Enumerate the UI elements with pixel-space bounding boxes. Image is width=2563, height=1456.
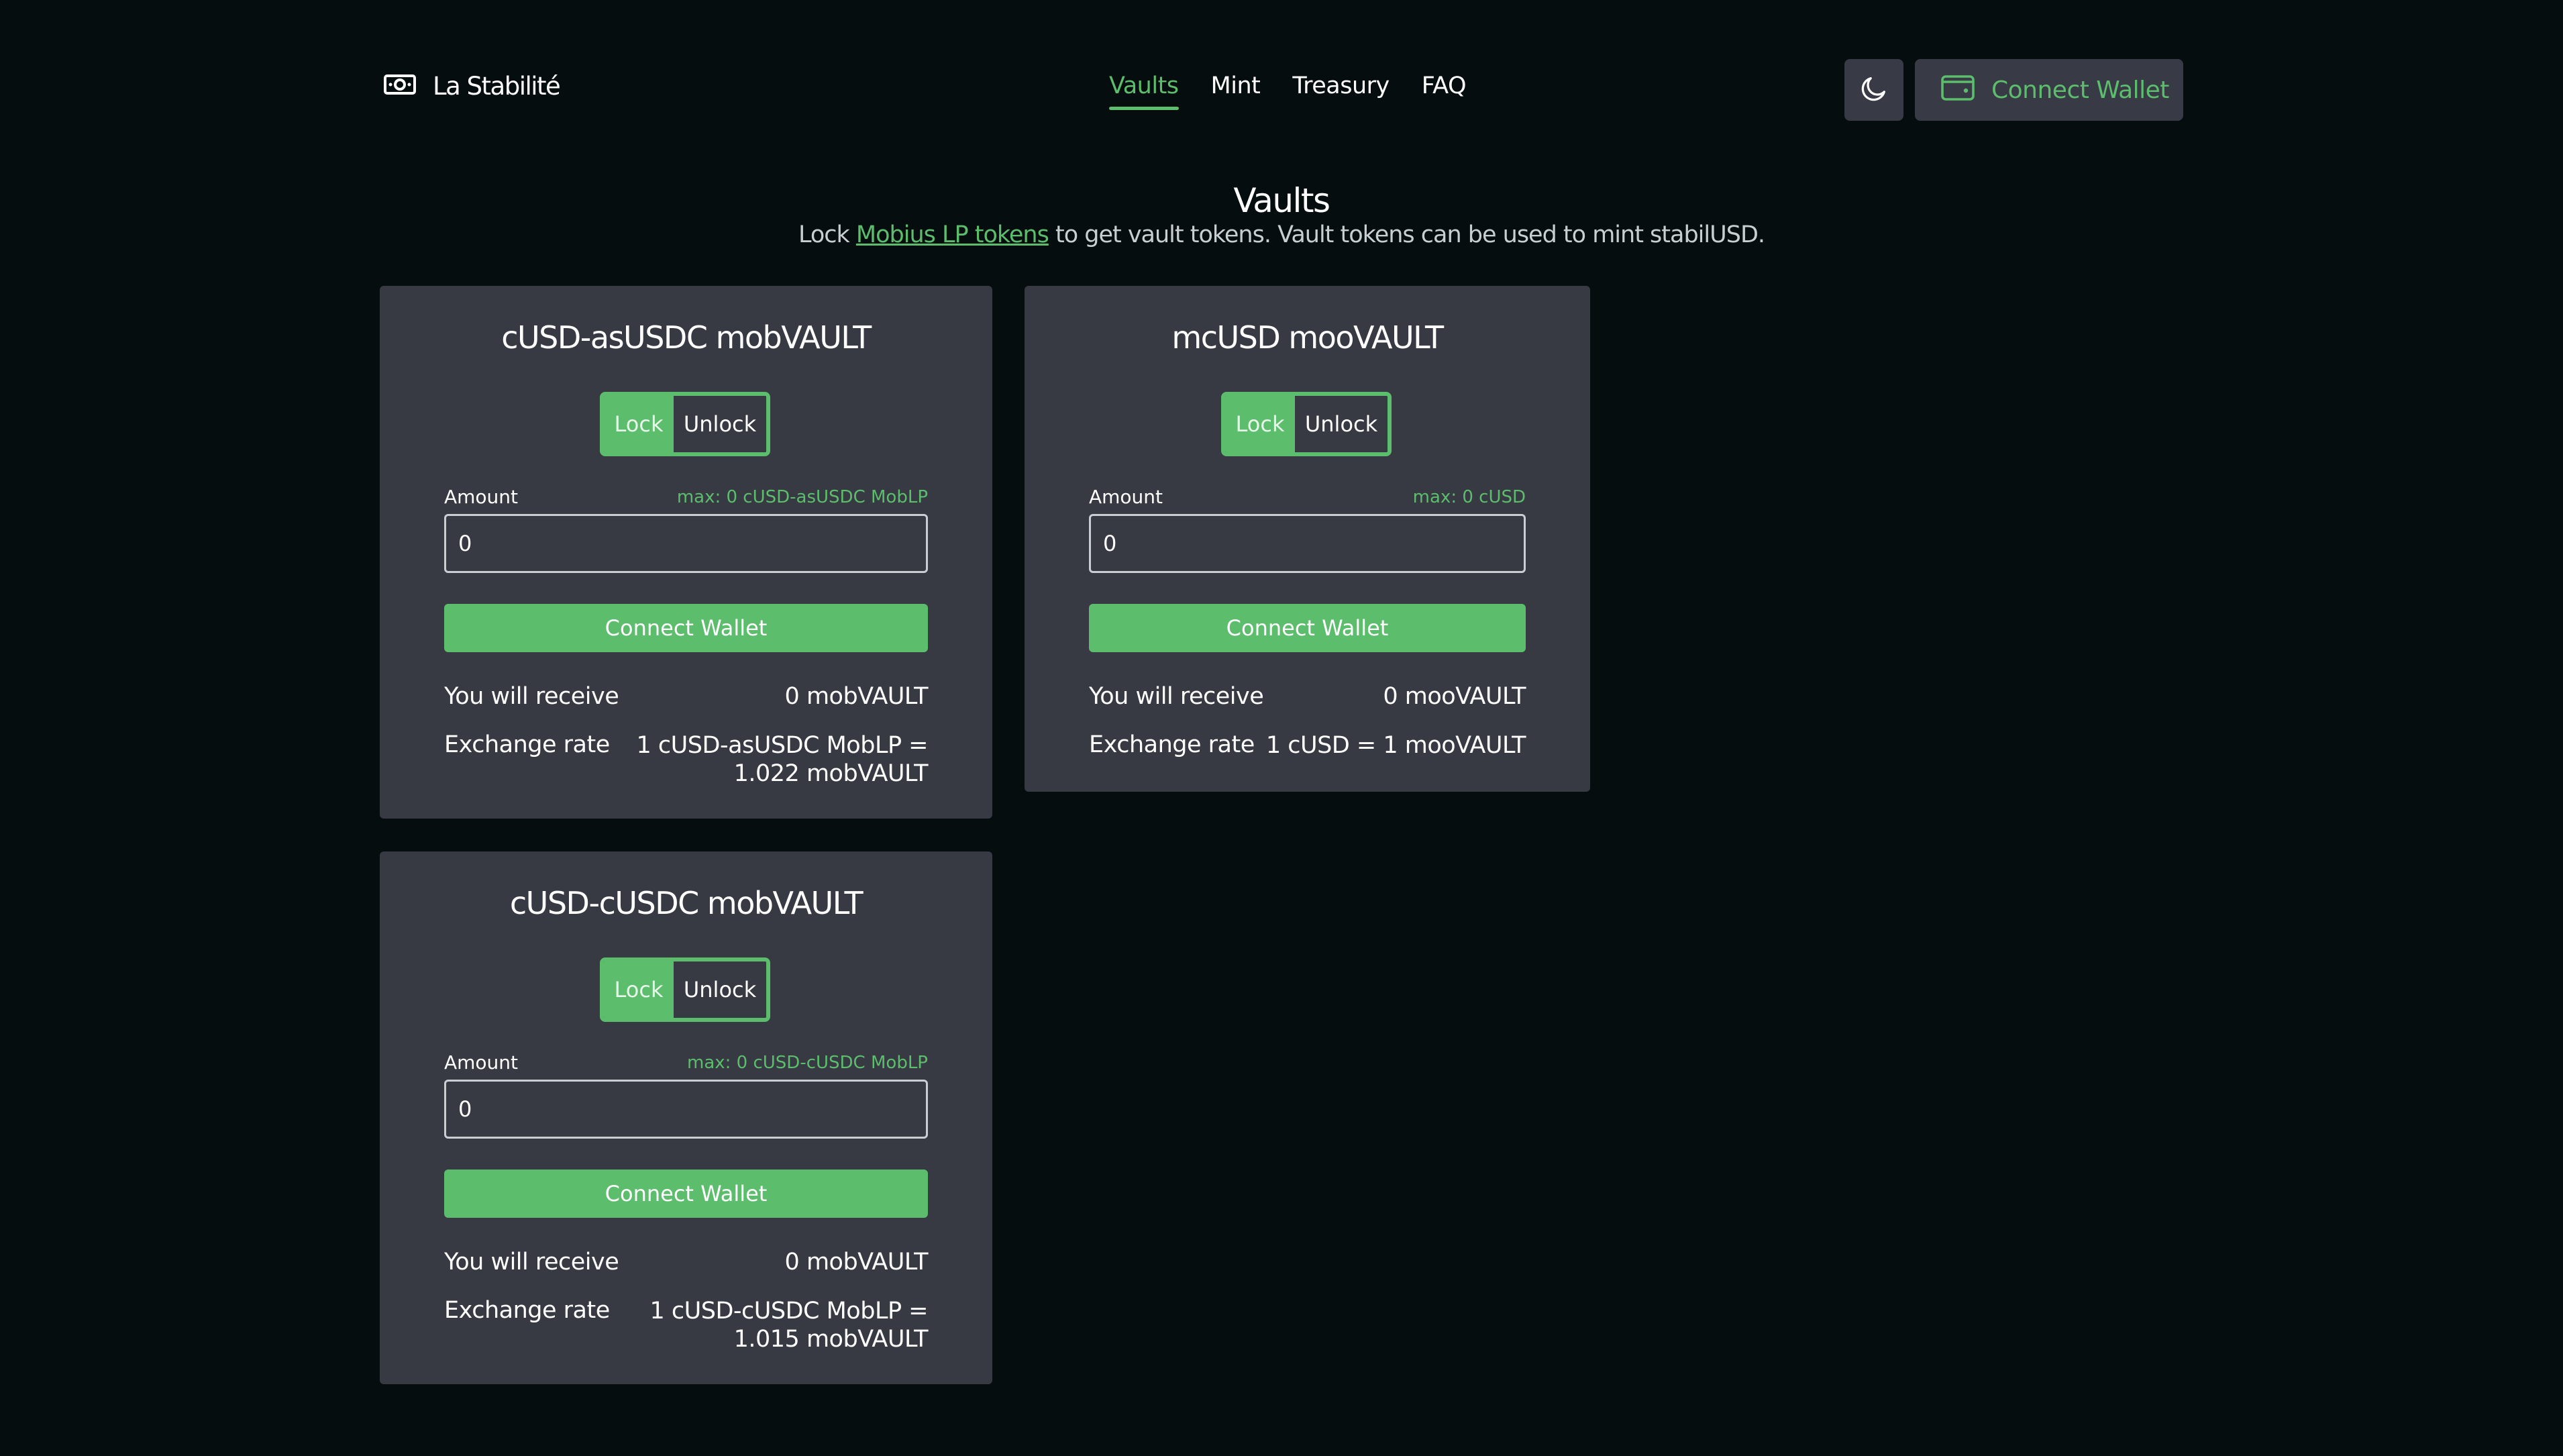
exchange-rate-label: Exchange rate	[444, 1297, 610, 1324]
lock-tab[interactable]: Lock	[604, 396, 674, 452]
page-subtitle: Lock Mobius LP tokens to get vault token…	[0, 221, 2563, 248]
receive-value: 0 mooVAULT	[1383, 683, 1526, 710]
exchange-rate-line: 1 cUSD-asUSDC MobLP =	[636, 732, 929, 759]
exchange-rate-value: 1 cUSD = 1 mooVAULT	[1266, 731, 1526, 760]
receive-label: You will receive	[1089, 683, 1264, 710]
vault-card-cusd-asusdc: cUSD-asUSDC mobVAULT Lock Unlock Amount …	[380, 286, 992, 819]
unlock-tab[interactable]: Unlock	[1295, 396, 1388, 452]
vault-title: mcUSD mooVAULT	[1171, 319, 1444, 356]
exchange-rate-value: 1 cUSD-cUSDC MobLP = 1.015 mobVAULT	[649, 1297, 928, 1353]
receive-value: 0 mobVAULT	[784, 683, 929, 710]
max-amount-link[interactable]: max: 0 cUSD-cUSDC MobLP	[687, 1053, 928, 1073]
receive-label: You will receive	[444, 1249, 619, 1276]
exchange-rate-line: 1.015 mobVAULT	[733, 1326, 929, 1353]
unlock-tab[interactable]: Unlock	[674, 396, 766, 452]
header-connect-wallet-button[interactable]: Connect Wallet	[1915, 59, 2183, 121]
wallet-icon	[1940, 72, 1975, 108]
lock-unlock-toggle: Lock Unlock	[600, 957, 770, 1022]
amount-input[interactable]	[1089, 514, 1526, 573]
main-nav: Vaults Mint Treasury FAQ	[1109, 72, 1467, 110]
nav-mint[interactable]: Mint	[1211, 72, 1261, 99]
connect-wallet-button[interactable]: Connect Wallet	[1089, 604, 1526, 652]
receive-value: 0 mobVAULT	[784, 1249, 929, 1276]
amount-input[interactable]	[444, 514, 928, 573]
vault-title: cUSD-asUSDC mobVAULT	[501, 319, 872, 356]
lock-tab[interactable]: Lock	[1225, 396, 1295, 452]
header-connect-wallet-label: Connect Wallet	[1991, 76, 2169, 104]
subtitle-suffix: to get vault tokens. Vault tokens can be…	[1048, 221, 1765, 248]
amount-input[interactable]	[444, 1080, 928, 1139]
exchange-rate-label: Exchange rate	[1089, 731, 1255, 758]
unlock-tab[interactable]: Unlock	[674, 961, 766, 1018]
page-title: Vaults	[1233, 181, 1330, 220]
connect-wallet-button[interactable]: Connect Wallet	[444, 1169, 928, 1218]
lock-tab[interactable]: Lock	[604, 961, 674, 1018]
nav-faq[interactable]: FAQ	[1422, 72, 1467, 99]
money-icon	[383, 74, 417, 98]
nav-treasury[interactable]: Treasury	[1292, 72, 1390, 99]
amount-label: Amount	[444, 486, 519, 508]
exchange-rate-line: 1 cUSD-cUSDC MobLP =	[649, 1298, 928, 1324]
logo[interactable]: La Stabilité	[383, 70, 561, 102]
connect-wallet-button[interactable]: Connect Wallet	[444, 604, 928, 652]
exchange-rate-line: 1 cUSD = 1 mooVAULT	[1265, 732, 1526, 759]
max-amount-link[interactable]: max: 0 cUSD-asUSDC MobLP	[677, 487, 928, 507]
receive-label: You will receive	[444, 683, 619, 710]
moon-icon	[1859, 73, 1889, 107]
subtitle-prefix: Lock	[798, 221, 856, 248]
vault-card-mcusd: mcUSD mooVAULT Lock Unlock Amount max: 0…	[1025, 286, 1590, 792]
lock-unlock-toggle: Lock Unlock	[600, 392, 770, 456]
amount-label: Amount	[1089, 486, 1163, 508]
amount-label: Amount	[444, 1051, 519, 1074]
lock-unlock-toggle: Lock Unlock	[1221, 392, 1392, 456]
exchange-rate-value: 1 cUSD-asUSDC MobLP = 1.022 mobVAULT	[636, 731, 929, 788]
theme-toggle-button[interactable]	[1844, 59, 1903, 121]
max-amount-link[interactable]: max: 0 cUSD	[1413, 487, 1526, 507]
logo-text: La Stabilité	[433, 71, 561, 101]
exchange-rate-line: 1.022 mobVAULT	[733, 760, 929, 787]
vault-title: cUSD-cUSDC mobVAULT	[509, 885, 864, 921]
mobius-lp-link[interactable]: Mobius LP tokens	[856, 221, 1049, 248]
nav-vaults[interactable]: Vaults	[1109, 72, 1179, 110]
exchange-rate-label: Exchange rate	[444, 731, 610, 758]
vault-card-cusd-cusdc: cUSD-cUSDC mobVAULT Lock Unlock Amount m…	[380, 851, 992, 1384]
